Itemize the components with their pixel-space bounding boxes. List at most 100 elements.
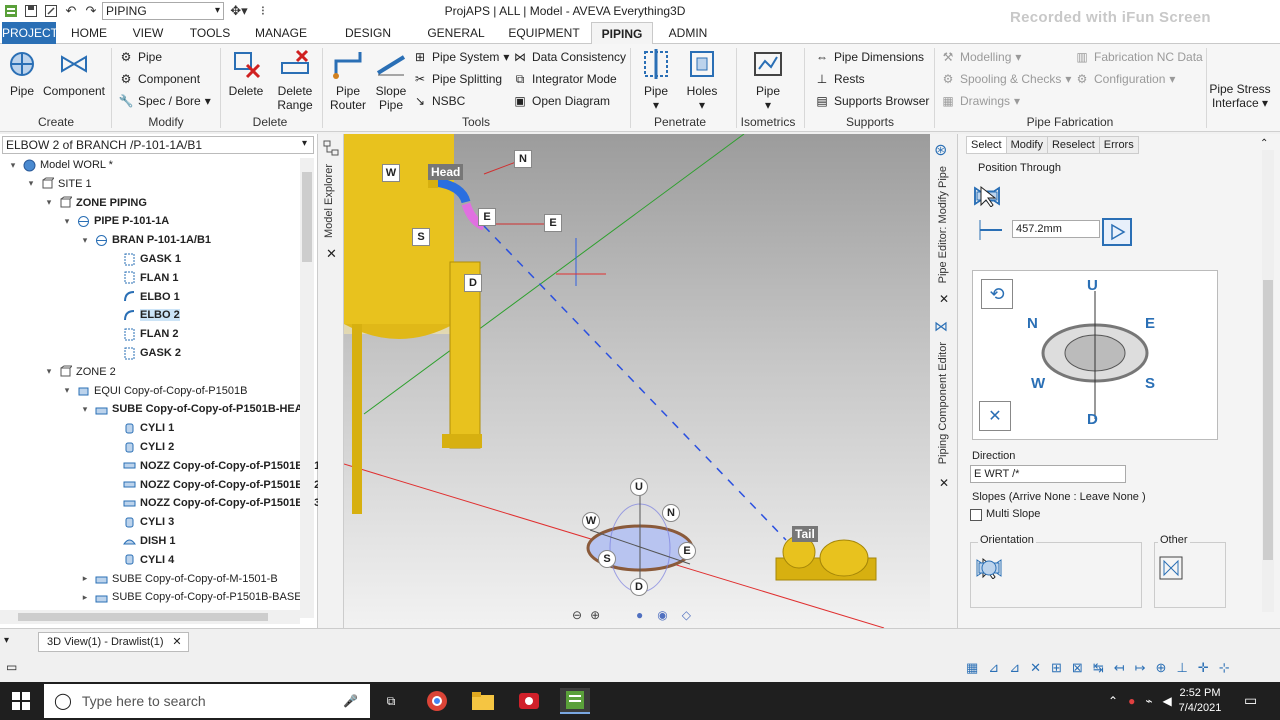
gizmo-w[interactable]: W xyxy=(582,512,600,530)
orient-flange-button[interactable] xyxy=(974,554,1004,582)
compass-w[interactable]: W xyxy=(1031,375,1045,392)
cross-icon[interactable]: ✕ xyxy=(1030,660,1041,676)
tree-node[interactable]: ▾ Model WORL * xyxy=(8,156,113,174)
create-pipe-button[interactable]: Pipe xyxy=(4,48,40,98)
tree-node[interactable]: CYLI 2 xyxy=(108,438,174,456)
gizmo-s[interactable]: S xyxy=(598,550,616,568)
task-view-icon[interactable]: ⧉ xyxy=(378,688,404,714)
collapse-arrow-icon[interactable]: ▾ xyxy=(62,216,72,227)
pipe-editor-tab[interactable]: Pipe Editor: Modify Pipe xyxy=(937,166,949,283)
tree-node[interactable]: ▸ SUBE Copy-of-Copy-of-P1501B-BASE xyxy=(80,588,302,606)
tree-node[interactable]: ▾ SITE 1 xyxy=(26,175,92,193)
collapse-arrow-icon[interactable]: ▾ xyxy=(8,160,18,171)
file-explorer-icon[interactable] xyxy=(470,688,496,714)
multi-slope-checkbox[interactable] xyxy=(970,509,982,521)
tree-node[interactable]: NOZZ Copy-of-Copy-of-P1501B/N3 xyxy=(108,494,320,512)
measure-icon[interactable]: ⊿ xyxy=(1009,660,1020,676)
rests-button[interactable]: ⊥ Rests xyxy=(814,70,865,88)
position-cursor-button[interactable] xyxy=(972,182,1002,210)
expand-arrow-icon[interactable]: ▸ xyxy=(80,592,90,603)
distance-input[interactable]: 457.2mm xyxy=(1012,220,1100,238)
tree-horizontal-scrollbar[interactable] xyxy=(0,610,300,624)
grid-icon[interactable]: ▦ xyxy=(966,660,978,676)
play-button[interactable] xyxy=(1102,218,1132,246)
component-editor-icon[interactable]: ⋈ xyxy=(934,318,948,335)
chevron-down-icon[interactable]: ▾ xyxy=(4,635,9,646)
snap-icon[interactable]: ⊿ xyxy=(988,660,999,676)
gizmo-n[interactable]: N xyxy=(662,504,680,522)
pipe-splitting-button[interactable]: ✂ Pipe Splitting xyxy=(412,70,502,88)
open-diagram-button[interactable]: ▣ Open Diagram xyxy=(512,92,610,110)
collapse-arrow-icon[interactable]: ▾ xyxy=(80,235,90,246)
tab-tools[interactable]: TOOLS xyxy=(186,22,234,44)
collapse-arrow-icon[interactable]: ▾ xyxy=(80,404,90,415)
tree-node[interactable]: NOZZ Copy-of-Copy-of-P1501B/N1 xyxy=(108,457,320,475)
tab-general[interactable]: GENERAL xyxy=(426,22,486,44)
gizmo-e[interactable]: E xyxy=(678,542,696,560)
tree-node[interactable]: NOZZ Copy-of-Copy-of-P1501B/N2 xyxy=(108,476,320,494)
tree-node[interactable]: GASK 2 xyxy=(108,344,181,362)
snap-cross-icon[interactable]: ✛ xyxy=(1198,660,1209,676)
chevron-up-icon[interactable]: ⌃ xyxy=(1260,138,1268,149)
tab-reselect[interactable]: Reselect xyxy=(1046,136,1099,154)
aveva-app-icon[interactable] xyxy=(560,688,590,714)
3d-viewport[interactable]: W N S E E D Head Tail U N W E S D ⊖ ⊕ ● ◉ ◇ xyxy=(344,134,930,628)
align-icon[interactable]: ⊥ xyxy=(1176,660,1187,676)
pipe-dimensions-button[interactable]: ⇔ Pipe Dimensions xyxy=(814,48,924,66)
tree-node[interactable]: ELBO 1 xyxy=(108,288,180,306)
tree-node[interactable]: CYLI 1 xyxy=(108,419,174,437)
slope-pipe-button[interactable]: Slope Pipe xyxy=(372,48,410,112)
view-tab[interactable]: 3D View(1) - Drawlist(1) ✕ xyxy=(38,632,189,652)
tree-vertical-scrollbar[interactable] xyxy=(300,158,314,618)
pipe-system-button[interactable]: ⊞ Pipe System ▾ xyxy=(412,48,509,66)
arrow-left-icon[interactable]: ↤ xyxy=(1114,660,1125,676)
close-icon[interactable]: ✕ xyxy=(939,476,949,490)
tab-project[interactable]: PROJECT xyxy=(2,22,58,44)
tree-node[interactable]: ▾ ZONE PIPING xyxy=(44,194,147,212)
tree-node[interactable]: FLAN 1 xyxy=(108,269,179,287)
recorder-icon[interactable] xyxy=(516,688,542,714)
other-button-2[interactable] xyxy=(1156,554,1186,582)
current-element-field[interactable]: ELBOW 2 of BRANCH /P-101-1A/B1 xyxy=(2,136,314,154)
back-arrow-icon[interactable]: ⊖ xyxy=(572,608,582,622)
configuration-button[interactable]: ⚙ Configuration ▾ xyxy=(1074,70,1176,88)
close-icon[interactable]: ✕ xyxy=(326,246,337,262)
compass-u[interactable]: U xyxy=(1087,277,1098,294)
holes-button[interactable]: Holes ▾ xyxy=(682,48,722,112)
tree-node[interactable]: DISH 1 xyxy=(108,532,175,550)
expand-arrow-icon[interactable]: ▸ xyxy=(80,573,90,584)
tray-chevron-icon[interactable]: ⌃ xyxy=(1108,694,1118,708)
data-consistency-button[interactable]: ⋈ Data Consistency xyxy=(512,48,626,66)
tab-manage[interactable]: MANAGE xyxy=(252,22,310,44)
notification-icon[interactable]: ▭ xyxy=(1244,692,1257,709)
compass-n[interactable]: N xyxy=(1027,315,1038,332)
close-icon[interactable]: ✕ xyxy=(939,292,949,306)
create-component-button[interactable]: Component xyxy=(42,48,106,98)
supports-browser-button[interactable]: ▤ Supports Browser xyxy=(814,92,929,110)
tree-node[interactable]: ELBO 2 xyxy=(108,306,180,324)
fabrication-nc-button[interactable]: ▥ Fabrication NC Data xyxy=(1074,48,1202,66)
chevron-down-icon[interactable]: ▾ xyxy=(302,138,307,149)
pipe-stress-interface-button[interactable]: Pipe Stress Interface ▾ xyxy=(1208,82,1272,110)
spec-bore-button[interactable]: 🔧 Spec / Bore ▾ xyxy=(118,92,211,110)
clock[interactable]: 2:52 PM 7/4/2021 xyxy=(1168,686,1232,716)
tab-home[interactable]: HOME xyxy=(66,22,112,44)
tray-recorder-icon[interactable]: ● xyxy=(1128,694,1135,708)
settings-icon[interactable]: ⊹ xyxy=(1219,660,1230,676)
tree-node[interactable]: ▾ BRAN P-101-1A/B1 xyxy=(80,231,211,249)
microphone-icon[interactable]: 🎤 xyxy=(343,694,358,708)
tab-piping[interactable]: PIPING xyxy=(591,22,653,45)
tree-node[interactable]: ▾ SUBE Copy-of-Copy-of-P1501B-HEAD xyxy=(80,400,311,418)
component-editor-tab[interactable]: Piping Component Editor xyxy=(937,342,949,464)
dimension-icon[interactable]: ↹ xyxy=(1093,660,1104,676)
dot-icon[interactable]: ● xyxy=(636,608,643,622)
gizmo-d[interactable]: D xyxy=(630,578,648,596)
network-icon[interactable]: ⌁ xyxy=(1145,694,1152,708)
compass-e[interactable]: E xyxy=(1145,315,1155,332)
windows-start-icon[interactable] xyxy=(12,692,30,713)
pipe-router-button[interactable]: Pipe Router xyxy=(326,48,370,112)
tab-modify[interactable]: Modify xyxy=(1005,136,1047,154)
tab-errors[interactable]: Errors xyxy=(1098,136,1139,154)
status-icon[interactable]: ▭ xyxy=(6,660,17,674)
collapse-arrow-icon[interactable]: ▾ xyxy=(44,366,54,377)
